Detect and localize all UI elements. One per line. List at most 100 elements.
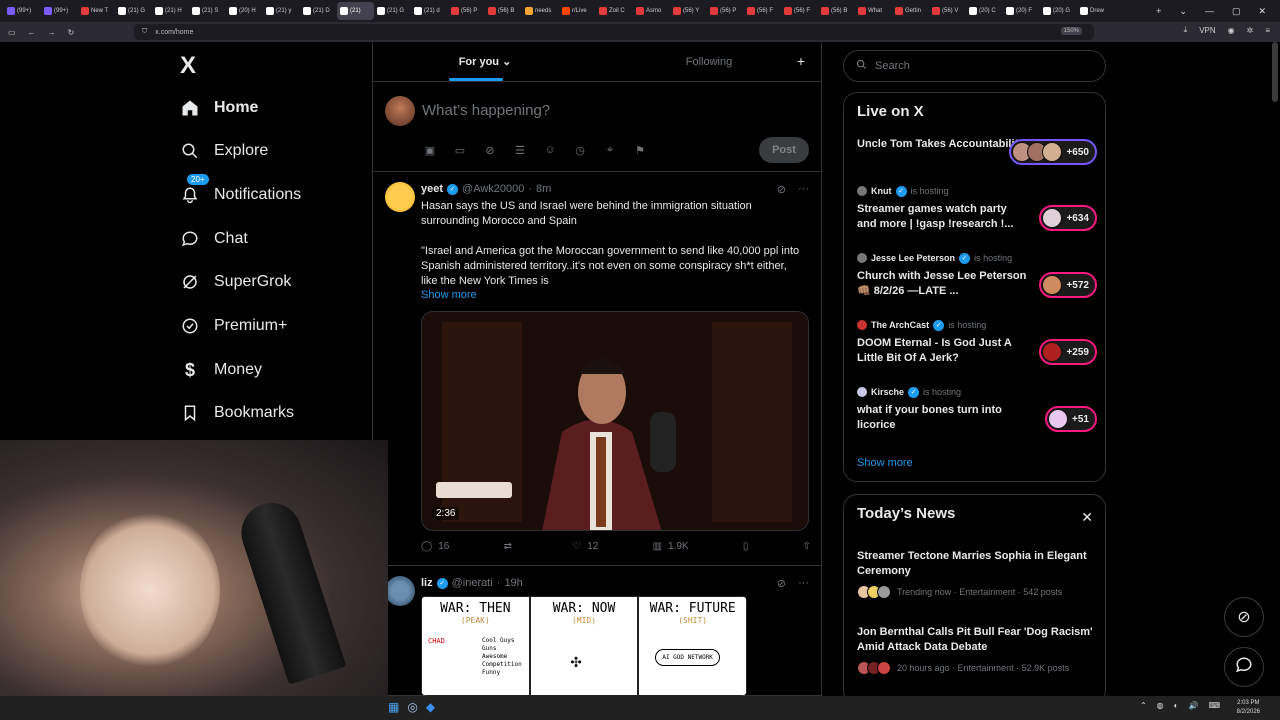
grok-icon[interactable]: ⊘ bbox=[482, 142, 498, 158]
live-listener-count[interactable]: +51 bbox=[1045, 406, 1097, 432]
tab-following[interactable]: Following bbox=[597, 42, 821, 81]
repost-button[interactable]: ⇄ bbox=[504, 541, 518, 552]
grok-float-button[interactable]: ⊘ bbox=[1224, 597, 1264, 637]
browser-tab[interactable]: (56) F bbox=[744, 2, 781, 20]
messages-float-button[interactable] bbox=[1224, 647, 1264, 687]
sidebar-item-home[interactable]: Home bbox=[180, 98, 258, 118]
network-icon[interactable]: ◍ bbox=[1157, 701, 1164, 710]
browser-tab[interactable]: (56) B bbox=[818, 2, 855, 20]
tweet-author-name[interactable]: liz bbox=[421, 577, 433, 589]
sidebar-item-explore[interactable]: Explore bbox=[180, 141, 268, 161]
taskbar-clock[interactable]: 2:03 PM 8/2/2026 bbox=[1237, 699, 1260, 717]
close-icon[interactable]: ✕ bbox=[1081, 509, 1093, 526]
gif-icon[interactable]: ▭ bbox=[452, 142, 468, 158]
reply-button[interactable]: ◯ 16 bbox=[421, 541, 449, 552]
more-icon[interactable]: ··· bbox=[798, 183, 809, 196]
tab-for-you[interactable]: For you ⌄ bbox=[373, 42, 597, 81]
sidebar-item-bookmarks[interactable]: Bookmarks bbox=[180, 403, 294, 423]
live-item[interactable]: Uncle Tom Takes Accountability +650 bbox=[857, 137, 1097, 165]
keyboard-icon[interactable]: ⌨ bbox=[1208, 701, 1220, 710]
live-item[interactable]: The ArchCast ✓ is hosting DOOM Eternal - I… bbox=[857, 319, 1097, 366]
show-more-link[interactable]: Show more bbox=[421, 289, 477, 301]
sidebar-item-supergrok[interactable]: SuperGrok bbox=[180, 272, 291, 292]
browser-tab[interactable]: (20) F bbox=[1003, 2, 1040, 20]
app-tray-icon[interactable]: ◐ bbox=[1174, 701, 1179, 710]
post-button[interactable]: Post bbox=[759, 137, 809, 163]
grok-icon[interactable]: ⊘ bbox=[777, 183, 786, 196]
extensions-icon[interactable]: ✲ bbox=[1247, 26, 1254, 35]
tweet[interactable]: yeet ✓ @Awk20000 · 8m ⊘ ··· Hasan says t… bbox=[373, 172, 821, 566]
share-button[interactable]: ⇧ bbox=[803, 541, 811, 552]
live-item[interactable]: Kirsche ✓ is hosting what if your bones tu… bbox=[857, 386, 1097, 433]
browser-tab[interactable]: Zoil C bbox=[596, 2, 633, 20]
browser-tab[interactable]: (56) Y bbox=[670, 2, 707, 20]
tweet-author-name[interactable]: yeet bbox=[421, 183, 443, 195]
browser-tab[interactable]: (56) B bbox=[485, 2, 522, 20]
browser-tab[interactable]: (21) d bbox=[411, 2, 448, 20]
zoom-level[interactable]: 150% bbox=[1060, 27, 1082, 35]
news-item[interactable]: Streamer Tectone Marries Sophia in Elega… bbox=[857, 549, 1097, 599]
bookmark-button[interactable]: ▯ bbox=[743, 541, 749, 552]
minimize-button[interactable]: — bbox=[1205, 6, 1214, 16]
avatar[interactable] bbox=[385, 96, 415, 126]
reload-button[interactable]: ↻ bbox=[68, 28, 75, 37]
download-icon[interactable]: ⤓ bbox=[1184, 25, 1188, 35]
browser-tab[interactable]: needs bbox=[522, 2, 559, 20]
browser-tab[interactable]: (20) G bbox=[1040, 2, 1077, 20]
show-more-link[interactable]: Show more bbox=[857, 457, 913, 469]
tweet-handle[interactable]: @inerati bbox=[452, 577, 493, 589]
new-tab-button[interactable]: + bbox=[1156, 6, 1161, 16]
tweet-handle[interactable]: @Awk20000 bbox=[462, 183, 524, 195]
search-input[interactable]: Search bbox=[843, 50, 1106, 82]
tab-list-button[interactable]: ⌄ bbox=[1179, 6, 1187, 17]
compose-input[interactable]: What’s happening? bbox=[422, 102, 550, 119]
browser-tab[interactable]: (21) y bbox=[263, 2, 300, 20]
sidebar-item-chat[interactable]: Chat bbox=[180, 229, 248, 249]
browser-tab[interactable]: (21) H bbox=[152, 2, 189, 20]
vpn-button[interactable]: VPN bbox=[1199, 26, 1215, 35]
forward-button[interactable]: → bbox=[48, 28, 56, 37]
video-player[interactable]: 2:36 bbox=[421, 311, 809, 531]
browser-tab[interactable]: New T bbox=[78, 2, 115, 20]
poll-icon[interactable]: ☰ bbox=[512, 142, 528, 158]
volume-icon[interactable]: 🔊 bbox=[1188, 701, 1198, 710]
image-icon[interactable]: ▣ bbox=[422, 142, 438, 158]
browser-tab[interactable]: Gettin bbox=[892, 2, 929, 20]
news-item[interactable]: Jon Bernthal Calls Pit Bull Fear 'Dog Ra… bbox=[857, 625, 1097, 675]
emoji-icon[interactable]: ☺ bbox=[542, 142, 558, 158]
location-icon[interactable]: ⌖ bbox=[602, 142, 618, 158]
live-item[interactable]: Knut ✓ is hosting Streamer games watch par… bbox=[857, 185, 1097, 232]
browser-tab[interactable]: What bbox=[855, 2, 892, 20]
browser-tab[interactable]: (20) H bbox=[226, 2, 263, 20]
scrollbar[interactable] bbox=[1272, 42, 1278, 102]
live-listener-count[interactable]: +572 bbox=[1039, 272, 1097, 298]
tweet[interactable]: liz ✓ @inerati · 19h ⊘ ··· WAR: THEN (PE… bbox=[373, 566, 821, 696]
tweet-time[interactable]: 19h bbox=[504, 577, 522, 589]
back-button[interactable]: ← bbox=[28, 28, 36, 37]
flag-icon[interactable]: ⚑ bbox=[632, 142, 648, 158]
browser-tab[interactable]: (56) V bbox=[929, 2, 966, 20]
steam-icon[interactable]: ◎ bbox=[407, 700, 417, 714]
browser-tab[interactable]: (56) P bbox=[448, 2, 485, 20]
schedule-icon[interactable]: ◷ bbox=[572, 142, 588, 158]
close-window-button[interactable]: ✕ bbox=[1258, 6, 1266, 17]
views-button[interactable]: ▥ 1.9K bbox=[653, 541, 689, 552]
browser-tab[interactable]: (99+) bbox=[41, 2, 78, 20]
live-listener-count[interactable]: +259 bbox=[1039, 339, 1097, 365]
maximize-button[interactable]: ▢ bbox=[1232, 6, 1241, 17]
browser-tab[interactable]: Asmo bbox=[633, 2, 670, 20]
browser-tab[interactable]: (21) D bbox=[300, 2, 337, 20]
file-explorer-icon[interactable]: ▦ bbox=[388, 700, 399, 714]
browser-tab[interactable]: (21) G bbox=[374, 2, 411, 20]
sidebar-item-notifications[interactable]: 20+ Notifications bbox=[180, 173, 301, 205]
sidebar-item-premium[interactable]: Premium+ bbox=[180, 316, 287, 336]
address-bar[interactable]: ⛉ x.com/home 150% bbox=[134, 24, 1094, 40]
live-listener-count[interactable]: +650 bbox=[1009, 139, 1097, 165]
like-button[interactable]: ♡ 12 bbox=[572, 541, 598, 552]
grok-icon[interactable]: ⊘ bbox=[777, 577, 786, 590]
browser-tab[interactable]: (56) P bbox=[707, 2, 744, 20]
live-listener-count[interactable]: +634 bbox=[1039, 205, 1097, 231]
tweet-time[interactable]: 8m bbox=[536, 183, 551, 195]
browser-tab[interactable]: (20) C bbox=[966, 2, 1003, 20]
browser-tab[interactable]: (21) G bbox=[115, 2, 152, 20]
